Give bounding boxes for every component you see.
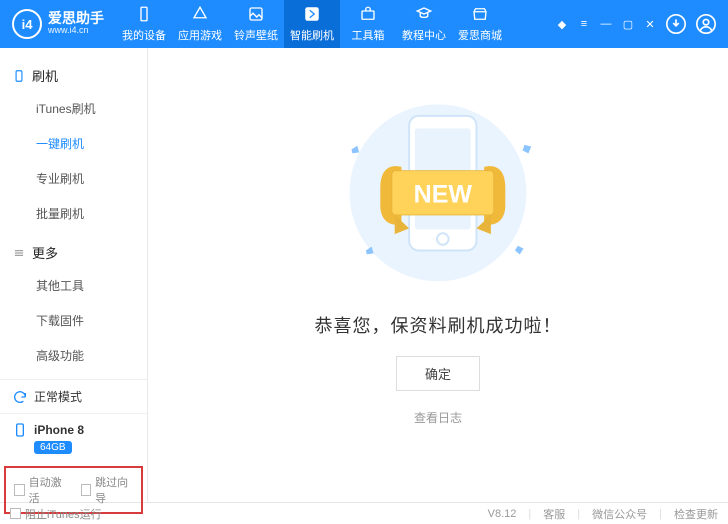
sidebar-item-advanced[interactable]: 高级功能 <box>0 338 147 373</box>
sidebar-item-pro-flash[interactable]: 专业刷机 <box>0 161 147 196</box>
apps-icon <box>191 5 209 23</box>
version-label: V8.12 <box>488 508 517 520</box>
tab-store[interactable]: 爱思商城 <box>452 0 508 48</box>
sidebar-group-flash: 刷机 <box>0 62 147 91</box>
sidebar-item-onekey-flash[interactable]: 一键刷机 <box>0 126 147 161</box>
phone-icon <box>12 69 26 83</box>
tab-flash[interactable]: 智能刷机 <box>284 0 340 48</box>
download-button[interactable] <box>664 12 688 36</box>
tab-tutorial[interactable]: 教程中心 <box>396 0 452 48</box>
hero-illustration: NEW <box>313 88 563 288</box>
app-logo: i4 爱思助手 www.i4.cn <box>0 9 116 39</box>
store-icon <box>471 5 489 23</box>
close-button[interactable]: ✕ <box>642 16 658 32</box>
checkbox-auto-activate[interactable]: 自动激活 <box>14 474 67 506</box>
app-name: 爱思助手 <box>48 11 104 25</box>
sidebar: 刷机 iTunes刷机 一键刷机 专业刷机 批量刷机 更多 其他工具 下载固件 … <box>0 48 148 502</box>
sidebar-item-other-tools[interactable]: 其他工具 <box>0 268 147 303</box>
maximize-button[interactable]: ▢ <box>620 16 636 32</box>
logo-icon: i4 <box>12 9 42 39</box>
sidebar-item-itunes-flash[interactable]: iTunes刷机 <box>0 91 147 126</box>
device-icon <box>135 5 153 23</box>
status-service[interactable]: 客服 <box>543 506 565 522</box>
tab-apps[interactable]: 应用游戏 <box>172 0 228 48</box>
mode-indicator[interactable]: 正常模式 <box>0 380 147 413</box>
phone-small-icon <box>12 422 28 438</box>
top-tabs: 我的设备 应用游戏 铃声壁纸 智能刷机 工具箱 教程中心 爱思商城 <box>116 0 508 48</box>
minimize-button[interactable]: — <box>598 16 614 32</box>
more-icon <box>12 246 26 260</box>
tab-my-device[interactable]: 我的设备 <box>116 0 172 48</box>
checkbox-block-itunes[interactable]: 阻止iTunes运行 <box>10 506 102 522</box>
sidebar-item-download-fw[interactable]: 下载固件 <box>0 303 147 338</box>
tab-ringtones[interactable]: 铃声壁纸 <box>228 0 284 48</box>
device-indicator[interactable]: iPhone 8 64GB <box>0 413 147 462</box>
success-message: 恭喜您，保资料刷机成功啦！ <box>315 312 562 338</box>
titlebar: i4 爱思助手 www.i4.cn 我的设备 应用游戏 铃声壁纸 智能刷机 工具… <box>0 0 728 48</box>
status-check-update[interactable]: 检查更新 <box>674 506 718 522</box>
app-url: www.i4.cn <box>48 25 104 37</box>
window-controls: ◆ ≡ — ▢ ✕ <box>544 12 728 36</box>
refresh-icon <box>12 389 28 405</box>
checkbox-skip-wizard[interactable]: 跳过向导 <box>81 474 134 506</box>
menu-icon[interactable]: ≡ <box>576 16 592 32</box>
sidebar-group-more: 更多 <box>0 239 147 268</box>
content-panel: NEW 恭喜您，保资料刷机成功啦！ 确定 查看日志 <box>148 48 728 502</box>
status-wechat[interactable]: 微信公众号 <box>592 506 647 522</box>
sidebar-item-batch-flash[interactable]: 批量刷机 <box>0 196 147 231</box>
confirm-button[interactable]: 确定 <box>396 356 480 391</box>
toolbox-icon <box>359 5 377 23</box>
view-log-link[interactable]: 查看日志 <box>414 409 462 426</box>
user-button[interactable] <box>694 12 718 36</box>
wallpaper-icon <box>247 5 265 23</box>
capacity-badge: 64GB <box>34 441 72 454</box>
tab-toolbox[interactable]: 工具箱 <box>340 0 396 48</box>
new-banner-text: NEW <box>414 180 473 208</box>
device-name: iPhone 8 <box>34 423 84 437</box>
diamond-icon[interactable]: ◆ <box>554 16 570 32</box>
flash-icon <box>303 5 321 23</box>
tutorial-icon <box>415 5 433 23</box>
